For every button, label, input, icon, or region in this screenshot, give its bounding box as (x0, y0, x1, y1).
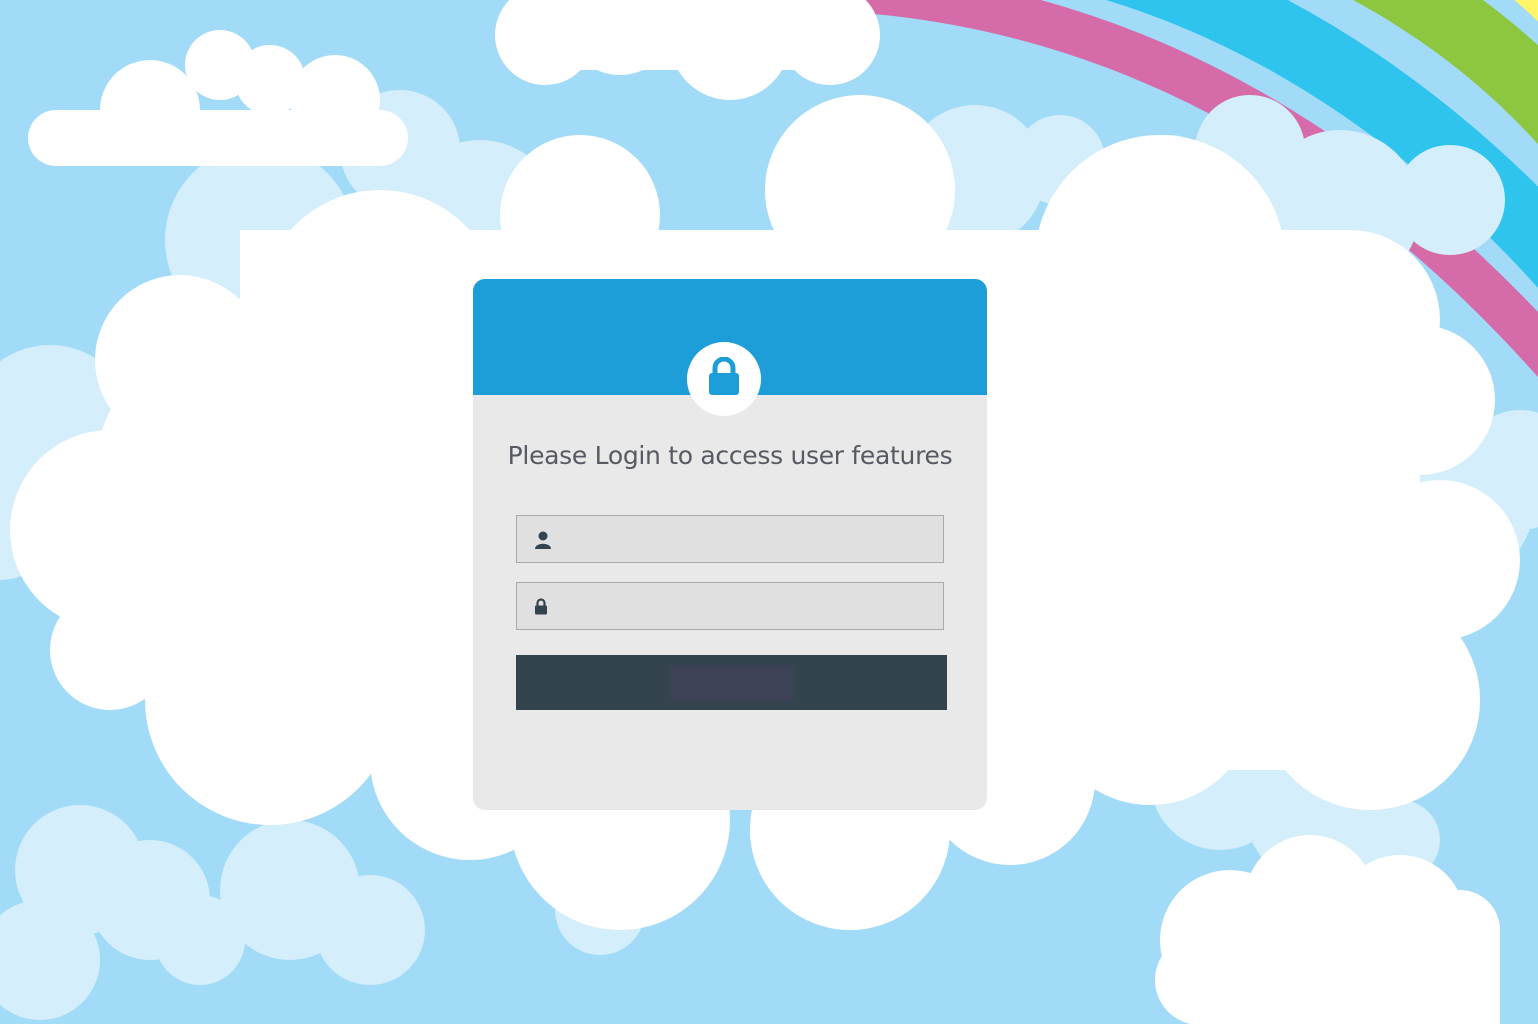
username-input[interactable] (565, 516, 935, 562)
login-title: Please Login to access user features (507, 441, 953, 470)
lock-icon (709, 357, 739, 395)
password-input[interactable] (565, 583, 935, 629)
header-lock-icon (687, 342, 761, 416)
username-field[interactable] (516, 515, 944, 563)
login-button-label (671, 665, 793, 701)
login-card: Please Login to access user features (473, 279, 987, 810)
lock-icon (535, 598, 547, 615)
password-field[interactable] (516, 582, 944, 630)
login-button[interactable] (516, 655, 947, 710)
user-icon (535, 531, 551, 549)
